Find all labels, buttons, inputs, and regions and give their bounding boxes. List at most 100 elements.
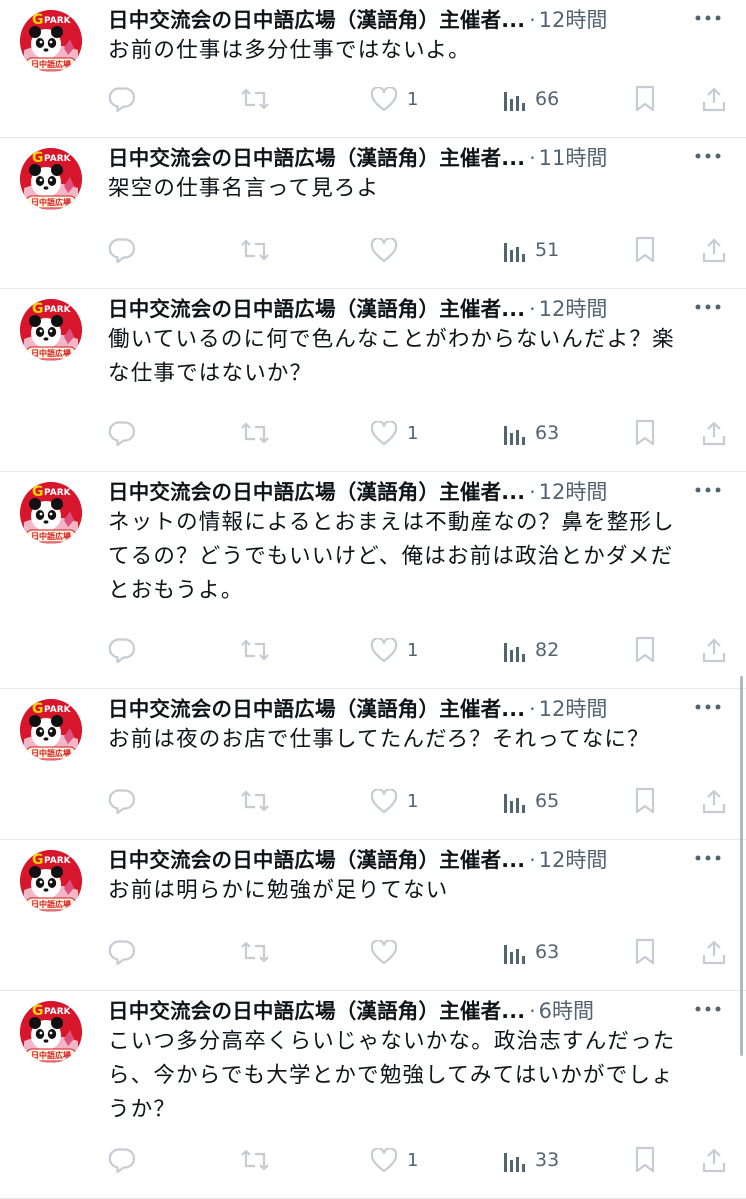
avatar[interactable]: 日中語広場 G PARK (20, 850, 82, 912)
avatar[interactable]: 日中語広場 G PARK (20, 10, 82, 72)
more-icon[interactable] (690, 292, 726, 322)
more-icon[interactable] (690, 141, 726, 171)
tweet[interactable]: 日中語広場 G PARK 日中交流会の日中語広場（漢語角）主催者... · 12時間 お前の… (0, 0, 746, 138)
view-count: 65 (535, 790, 560, 812)
timestamp[interactable]: 12時間 (539, 4, 608, 34)
like-button[interactable]: 1 (370, 418, 418, 448)
timestamp[interactable]: 12時間 (539, 844, 608, 874)
bookmark-button[interactable] (634, 1145, 656, 1175)
bookmark-button[interactable] (634, 786, 656, 816)
retweet-button[interactable] (240, 937, 270, 967)
share-button[interactable] (702, 84, 726, 114)
retweet-button[interactable] (240, 84, 270, 114)
share-button[interactable] (702, 418, 726, 448)
retweet-button[interactable] (240, 418, 270, 448)
retweet-icon (240, 1148, 270, 1172)
like-button[interactable]: 1 (370, 786, 418, 816)
share-button[interactable] (702, 786, 726, 816)
views-button[interactable]: 82 (502, 635, 559, 665)
reply-button[interactable] (108, 635, 136, 665)
more-icon[interactable] (690, 843, 726, 873)
views-button[interactable]: 33 (502, 1145, 559, 1175)
views-button[interactable]: 63 (502, 418, 559, 448)
share-icon (702, 237, 726, 263)
tweet-text: 働いているのに何で色んなことがわからないんだよ？楽 な仕事ではないか？ (108, 323, 726, 391)
scrollbar[interactable] (740, 676, 743, 1056)
avatar[interactable]: 日中語広場 G PARK (20, 482, 82, 544)
views-button[interactable]: 65 (502, 786, 559, 816)
author-name[interactable]: 日中交流会の日中語広場（漢語角）主催者... (108, 475, 525, 505)
avatar[interactable]: 日中語広場 G PARK (20, 699, 82, 761)
reply-button[interactable] (108, 235, 136, 265)
timestamp[interactable]: 12時間 (539, 693, 608, 723)
timestamp[interactable]: 12時間 (539, 476, 608, 506)
tweet-text-line: な仕事ではないか？ (108, 361, 313, 386)
bookmark-button[interactable] (634, 84, 656, 114)
share-icon (702, 788, 726, 814)
tweet[interactable]: 日中語広場 G PARK 日中交流会の日中語広場（漢語角）主催者... · 12時間 ネット… (0, 472, 746, 689)
retweet-button[interactable] (240, 235, 270, 265)
reply-icon (108, 637, 136, 663)
more-icon[interactable] (690, 475, 726, 505)
tweet[interactable]: 日中語広場 G PARK 日中交流会の日中語広場（漢語角）主催者... · 12時間 働いて… (0, 289, 746, 472)
separator-dot: · (529, 848, 536, 872)
views-button[interactable]: 51 (502, 235, 559, 265)
author-name[interactable]: 日中交流会の日中語広場（漢語角）主催者... (108, 3, 525, 33)
tweet[interactable]: 日中語広場 G PARK 日中交流会の日中語広場（漢語角）主催者... · 6時間 こいつ多… (0, 991, 746, 1199)
tweet-header: 日中交流会の日中語広場（漢語角）主催者... · 12時間 (108, 475, 726, 505)
more-icon[interactable] (690, 3, 726, 33)
author-name[interactable]: 日中交流会の日中語広場（漢語角）主催者... (108, 141, 525, 171)
avatar-text-bottom: 日中語広場 (31, 1050, 71, 1060)
avatar-text-bottom: 日中語広場 (31, 197, 71, 207)
reply-button[interactable] (108, 937, 136, 967)
more-icon[interactable] (690, 994, 726, 1024)
like-count: 1 (407, 422, 419, 444)
author-name[interactable]: 日中交流会の日中語広場（漢語角）主催者... (108, 692, 525, 722)
retweet-button[interactable] (240, 1145, 270, 1175)
tweet[interactable]: 日中語広場 G PARK 日中交流会の日中語広場（漢語角）主催者... · 12時間 お前は… (0, 689, 746, 840)
author-name[interactable]: 日中交流会の日中語広場（漢語角）主催者... (108, 843, 525, 873)
avatar[interactable]: 日中語広場 G PARK (20, 148, 82, 210)
avatar[interactable]: 日中語広場 G PARK (20, 1001, 82, 1063)
bookmark-button[interactable] (634, 635, 656, 665)
like-button[interactable] (370, 937, 398, 967)
timestamp[interactable]: 12時間 (539, 293, 608, 323)
timestamp[interactable]: 6時間 (539, 995, 594, 1025)
bookmark-button[interactable] (634, 418, 656, 448)
share-button[interactable] (702, 937, 726, 967)
tweet[interactable]: 日中語広場 G PARK 日中交流会の日中語広場（漢語角）主催者... · 12時間 お前は… (0, 840, 746, 991)
bookmark-button[interactable] (634, 235, 656, 265)
share-button[interactable] (702, 235, 726, 265)
bookmark-button[interactable] (634, 937, 656, 967)
like-button[interactable]: 1 (370, 84, 418, 114)
retweet-icon (240, 940, 270, 964)
like-button[interactable]: 1 (370, 635, 418, 665)
views-button[interactable]: 66 (502, 84, 559, 114)
avatar[interactable]: 日中語広場 G PARK (20, 299, 82, 361)
retweet-button[interactable] (240, 786, 270, 816)
reply-button[interactable] (108, 1145, 136, 1175)
reply-button[interactable] (108, 786, 136, 816)
more-icon[interactable] (690, 692, 726, 722)
tweet[interactable]: 日中語広場 G PARK 日中交流会の日中語広場（漢語角）主催者... · 11時間 架空の… (0, 138, 746, 289)
bookmark-icon (634, 636, 656, 664)
retweet-button[interactable] (240, 635, 270, 665)
tweet-text-line: てるの？どうでもいいけど、俺はお前は政治とかダメだ (108, 544, 674, 569)
timestamp[interactable]: 11時間 (539, 142, 608, 172)
like-button[interactable] (370, 235, 398, 265)
tweet-text-line: ら、今からでも大学とかで勉強してみてはいかがでしょ (108, 1063, 674, 1088)
tweet-actions: 63 (0, 937, 746, 967)
reply-button[interactable] (108, 84, 136, 114)
share-button[interactable] (702, 635, 726, 665)
author-name[interactable]: 日中交流会の日中語広場（漢語角）主催者... (108, 994, 525, 1024)
tweet-text-line: 働いているのに何で色んなことがわからないんだよ？楽 (108, 327, 675, 352)
retweet-icon (240, 87, 270, 111)
like-button[interactable]: 1 (370, 1145, 418, 1175)
author-name[interactable]: 日中交流会の日中語広場（漢語角）主催者... (108, 292, 525, 322)
tweet-text-line: お前は夜のお店で仕事してたんだろ？それってなに？ (108, 727, 650, 752)
views-button[interactable]: 63 (502, 937, 559, 967)
avatar-text-bottom: 日中語広場 (31, 348, 71, 358)
reply-button[interactable] (108, 418, 136, 448)
share-button[interactable] (702, 1145, 726, 1175)
views-icon (502, 238, 526, 262)
